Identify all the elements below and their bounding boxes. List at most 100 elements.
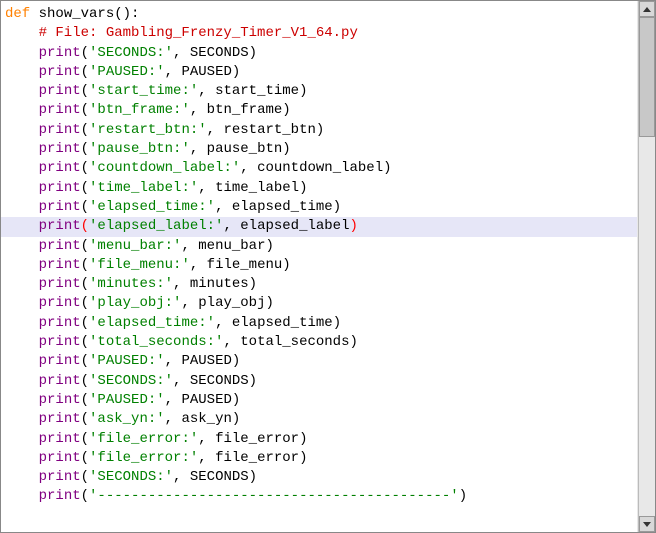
code-line-print-13: print('play_obj:', play_obj) — [1, 294, 637, 313]
variable-ref: btn_frame — [207, 102, 283, 118]
string-literal: 'elapsed_time:' — [89, 315, 215, 331]
string-literal: 'SECONDS:' — [89, 45, 173, 61]
code-line-print-0: print('SECONDS:', SECONDS) — [1, 44, 637, 63]
print-builtin: print — [39, 45, 81, 61]
print-builtin: print — [39, 199, 81, 215]
string-literal: 'SECONDS:' — [89, 469, 173, 485]
variable-ref: minutes — [190, 276, 249, 292]
variable-ref: file_menu — [207, 257, 283, 273]
arrow-up-icon — [643, 7, 651, 12]
code-line-print-21: print('file_error:', file_error) — [1, 449, 637, 468]
string-literal: 'file_error:' — [89, 450, 198, 466]
print-builtin: print — [39, 392, 81, 408]
code-line-print-19: print('ask_yn:', ask_yn) — [1, 410, 637, 429]
variable-ref: play_obj — [198, 295, 265, 311]
code-line-print-17: print('SECONDS:', SECONDS) — [1, 372, 637, 391]
variable-ref: PAUSED — [181, 64, 231, 80]
print-builtin: print — [39, 83, 81, 99]
print-builtin: print — [39, 141, 81, 157]
print-builtin: print — [39, 411, 81, 427]
variable-ref: SECONDS — [190, 373, 249, 389]
keyword-def: def — [5, 6, 30, 22]
print-builtin: print — [39, 315, 81, 331]
variable-ref: PAUSED — [181, 392, 231, 408]
print-builtin: print — [39, 276, 81, 292]
variable-ref: SECONDS — [190, 45, 249, 61]
variable-ref: total_seconds — [240, 334, 349, 350]
dashes-string: '---------------------------------------… — [89, 488, 459, 504]
variable-ref: PAUSED — [181, 353, 231, 369]
string-literal: 'PAUSED:' — [89, 64, 165, 80]
print-builtin: print — [39, 238, 81, 254]
print-builtin: print — [39, 160, 81, 176]
string-literal: 'elapsed_time:' — [89, 199, 215, 215]
string-literal: 'file_menu:' — [89, 257, 190, 273]
print-builtin: print — [39, 488, 81, 504]
print-builtin: print — [39, 450, 81, 466]
print-builtin: print — [39, 257, 81, 273]
string-literal: 'play_obj:' — [89, 295, 181, 311]
print-builtin: print — [39, 218, 81, 234]
code-area[interactable]: def show_vars(): # File: Gambling_Frenzy… — [1, 1, 637, 532]
string-literal: 'file_error:' — [89, 431, 198, 447]
variable-ref: ask_yn — [181, 411, 231, 427]
code-line-print-20: print('file_error:', file_error) — [1, 430, 637, 449]
print-builtin: print — [39, 64, 81, 80]
variable-ref: elapsed_time — [232, 199, 333, 215]
string-literal: 'total_seconds:' — [89, 334, 223, 350]
code-line-print-6: print('countdown_label:', countdown_labe… — [1, 159, 637, 178]
print-builtin: print — [39, 431, 81, 447]
variable-ref: elapsed_label — [240, 218, 349, 234]
string-literal: 'pause_btn:' — [89, 141, 190, 157]
scroll-thumb[interactable] — [639, 17, 655, 137]
code-line-print-11: print('file_menu:', file_menu) — [1, 256, 637, 275]
string-literal: 'countdown_label:' — [89, 160, 240, 176]
code-line-print-14: print('elapsed_time:', elapsed_time) — [1, 314, 637, 333]
print-builtin: print — [39, 469, 81, 485]
string-literal: 'restart_btn:' — [89, 122, 207, 138]
code-line-print-18: print('PAUSED:', PAUSED) — [1, 391, 637, 410]
variable-ref: elapsed_time — [232, 315, 333, 331]
string-literal: 'btn_frame:' — [89, 102, 190, 118]
code-line-def: def show_vars(): — [1, 5, 637, 24]
print-builtin: print — [39, 373, 81, 389]
code-line-comment: # File: Gambling_Frenzy_Timer_V1_64.py — [1, 24, 637, 43]
variable-ref: time_label — [215, 180, 299, 196]
string-literal: 'minutes:' — [89, 276, 173, 292]
variable-ref: file_error — [215, 431, 299, 447]
print-builtin: print — [39, 353, 81, 369]
variable-ref: file_error — [215, 450, 299, 466]
scroll-up-button[interactable] — [639, 1, 655, 17]
string-literal: 'start_time:' — [89, 83, 198, 99]
string-literal: 'SECONDS:' — [89, 373, 173, 389]
vertical-scrollbar[interactable] — [638, 1, 655, 532]
print-builtin: print — [39, 334, 81, 350]
variable-ref: countdown_label — [257, 160, 383, 176]
print-builtin: print — [39, 122, 81, 138]
variable-ref: SECONDS — [190, 469, 249, 485]
string-literal: 'elapsed_label:' — [89, 218, 223, 234]
comment-text: # File: Gambling_Frenzy_Timer_V1_64.py — [5, 25, 358, 41]
variable-ref: menu_bar — [198, 238, 265, 254]
code-line-print-15: print('total_seconds:', total_seconds) — [1, 333, 637, 352]
code-line-print-1: print('PAUSED:', PAUSED) — [1, 63, 637, 82]
string-literal: 'PAUSED:' — [89, 353, 165, 369]
code-line-dashes: print('---------------------------------… — [1, 487, 637, 506]
variable-ref: restart_btn — [223, 122, 315, 138]
scroll-down-button[interactable] — [639, 516, 655, 532]
code-line-print-16: print('PAUSED:', PAUSED) — [1, 352, 637, 371]
string-literal: 'time_label:' — [89, 180, 198, 196]
code-line-print-22: print('SECONDS:', SECONDS) — [1, 468, 637, 487]
code-line-print-8: print('elapsed_time:', elapsed_time) — [1, 198, 637, 217]
func-signature: show_vars(): — [30, 6, 139, 22]
print-builtin: print — [39, 180, 81, 196]
string-literal: 'menu_bar:' — [89, 238, 181, 254]
code-line-print-10: print('menu_bar:', menu_bar) — [1, 237, 637, 256]
string-literal: 'PAUSED:' — [89, 392, 165, 408]
code-line-print-3: print('btn_frame:', btn_frame) — [1, 101, 637, 120]
code-line-print-4: print('restart_btn:', restart_btn) — [1, 121, 637, 140]
arrow-down-icon — [643, 522, 651, 527]
code-line-print-12: print('minutes:', minutes) — [1, 275, 637, 294]
code-line-print-5: print('pause_btn:', pause_btn) — [1, 140, 637, 159]
print-builtin: print — [39, 102, 81, 118]
